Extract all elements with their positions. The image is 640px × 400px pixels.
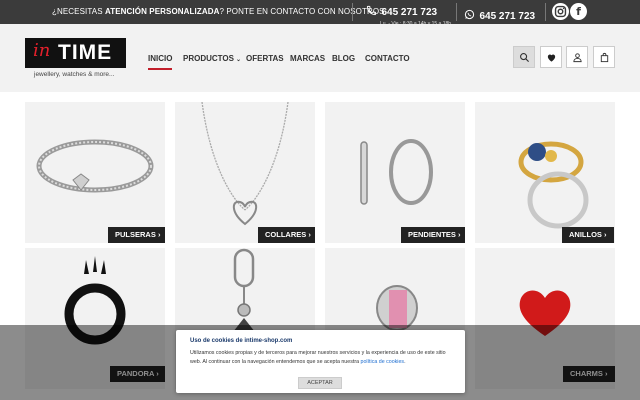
chevron-right-icon: ›	[308, 230, 311, 239]
label-text: PULSERAS	[115, 230, 156, 239]
whatsapp-number[interactable]: 645 271 723	[479, 11, 535, 22]
category-label-pulseras[interactable]: PULSERAS ›	[108, 227, 165, 243]
category-label-pendientes[interactable]: PENDIENTES ›	[401, 227, 465, 243]
cart-button[interactable]	[593, 46, 615, 68]
cookie-policy-link[interactable]: política de cookies	[361, 359, 405, 365]
whatsapp-contact[interactable]: 645 271 723	[464, 6, 535, 24]
category-tile-collares[interactable]: COLLARES ›	[175, 102, 315, 243]
promo-bold: ATENCIÓN PERSONALIZADA	[104, 7, 220, 16]
nav-contacto[interactable]: CONTACTO	[365, 54, 410, 63]
chevron-right-icon: ›	[604, 230, 607, 239]
logo-in: in	[33, 40, 51, 61]
cookie-text-end: .	[404, 358, 406, 365]
facebook-icon[interactable]: f	[570, 3, 587, 20]
necklace-image	[201, 102, 289, 226]
chevron-down-icon: ⌄	[235, 57, 241, 63]
divider	[352, 3, 353, 21]
label-text: COLLARES	[265, 230, 307, 239]
category-label-anillos[interactable]: ANILLOS ›	[562, 227, 614, 243]
search-icon	[519, 52, 529, 62]
category-tile-pulseras[interactable]: PULSERAS ›	[25, 102, 165, 243]
keyring-image	[233, 248, 255, 332]
category-tile-pendientes[interactable]: PENDIENTES ›	[325, 102, 465, 243]
chevron-right-icon: ›	[157, 230, 161, 239]
wishlist-button[interactable]	[540, 46, 562, 68]
phone-number[interactable]: 645 271 723	[381, 7, 437, 18]
phone-icon	[366, 6, 377, 16]
chevron-right-icon: ›	[458, 230, 461, 239]
instagram-icon[interactable]	[552, 3, 569, 20]
bracelet-image	[36, 139, 154, 193]
whatsapp-icon	[464, 10, 475, 20]
nav-marcas[interactable]: MARCAS	[290, 54, 325, 63]
accept-cookies-button[interactable]: ACEPTAR	[298, 377, 342, 389]
account-button[interactable]	[566, 46, 588, 68]
nav-inicio[interactable]: INICIO	[148, 54, 173, 70]
logo-time: TIME	[58, 41, 113, 64]
promo-suffix: ? PONTE EN CONTACTO CON NOSOTROS	[219, 7, 385, 16]
divider	[545, 3, 546, 21]
top-bar: ¿NECESITAS ATENCIÓN PERSONALIZADA? PONTE…	[0, 0, 640, 27]
cookie-text-body: Utilizamos cookies propias y de terceros…	[190, 350, 446, 365]
rings-image	[518, 141, 589, 229]
nav-productos[interactable]: PRODUCTOS ⌄	[183, 54, 241, 63]
nav-blog[interactable]: BLOG	[332, 54, 355, 63]
promo-prefix: ¿NECESITAS	[52, 7, 105, 16]
logo[interactable]: in TIME	[25, 38, 126, 68]
label-text: ANILLOS	[569, 230, 602, 239]
category-label-collares[interactable]: COLLARES ›	[258, 227, 315, 243]
promo-text: ¿NECESITAS ATENCIÓN PERSONALIZADA? PONTE…	[52, 7, 385, 16]
cookie-banner: Uso de cookies de intime-shop.com Utiliz…	[176, 330, 465, 393]
cookie-title: Uso de cookies de intime-shop.com	[190, 338, 293, 344]
tagline: jewellery, watches & more...	[34, 71, 115, 78]
nav-productos-label: PRODUCTOS	[183, 54, 234, 63]
earrings-image	[360, 139, 433, 205]
site-header: in TIME jewellery, watches & more... INI…	[0, 24, 640, 92]
heart-icon	[547, 54, 555, 62]
label-text: PENDIENTES	[408, 230, 456, 239]
cookie-text: Utilizamos cookies propias y de terceros…	[190, 349, 452, 366]
search-button[interactable]	[513, 46, 535, 68]
bag-icon	[600, 52, 608, 62]
category-tile-anillos[interactable]: ANILLOS ›	[475, 102, 615, 243]
divider	[456, 3, 457, 21]
user-icon	[572, 52, 582, 62]
nav-ofertas[interactable]: OFERTAS	[246, 54, 284, 63]
